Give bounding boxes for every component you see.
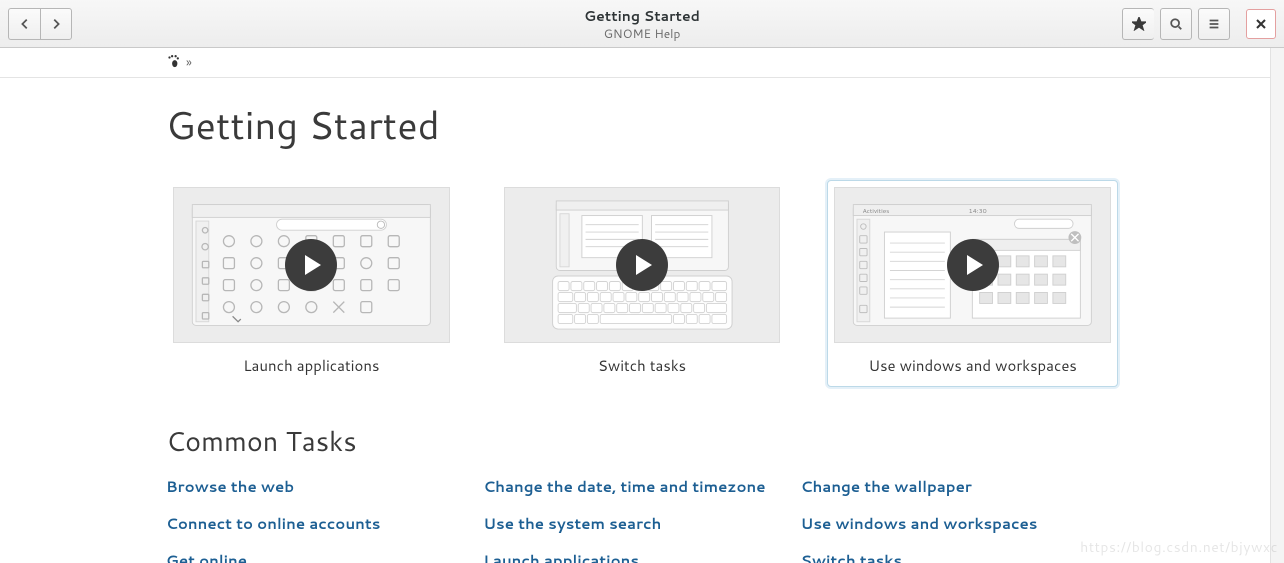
card-caption: Launch applications — [173, 355, 450, 376]
nav-buttons — [8, 8, 72, 40]
breadcrumb-sep: » — [186, 54, 192, 72]
svg-text:14:30: 14:30 — [969, 207, 987, 216]
task-wallpaper[interactable]: Change the wallpaper — [801, 476, 972, 497]
forward-button[interactable] — [40, 8, 72, 40]
star-icon — [1132, 17, 1146, 31]
task-col-3: Change the wallpaper Use windows and wor… — [801, 476, 1118, 563]
close-icon — [1255, 18, 1267, 30]
breadcrumb: » — [0, 48, 1284, 78]
task-columns: Browse the web Connect to online account… — [166, 476, 1118, 563]
hamburger-icon — [1207, 17, 1221, 31]
scrollbar-gutter[interactable] — [1270, 48, 1284, 563]
task-col-1: Browse the web Connect to online account… — [166, 476, 483, 563]
content-area: Getting Started — [0, 78, 1284, 563]
close-button[interactable] — [1246, 9, 1276, 39]
task-col-2: Change the date, time and timezone Use t… — [483, 476, 800, 563]
chevron-right-icon — [49, 17, 63, 31]
gnome-foot-icon[interactable] — [166, 53, 180, 73]
card-caption: Use windows and workspaces — [834, 355, 1111, 376]
back-button[interactable] — [8, 8, 40, 40]
menu-button[interactable] — [1198, 8, 1230, 40]
card-use-windows-workspaces[interactable]: Activities 14:30 — [827, 180, 1118, 387]
header-right-buttons — [1122, 8, 1276, 40]
page-title: Getting Started — [166, 98, 1118, 152]
card-thumb: Activities 14:30 — [834, 187, 1111, 343]
card-launch-applications[interactable]: Launch applications — [166, 180, 457, 387]
title-block: Getting Started GNOME Help — [0, 6, 1284, 42]
task-switch-tasks[interactable]: Switch tasks — [801, 550, 902, 563]
bookmark-button[interactable] — [1122, 8, 1154, 40]
window-title: Getting Started — [0, 6, 1284, 26]
play-icon — [285, 239, 337, 291]
section-common-tasks: Common Tasks — [166, 421, 1118, 460]
task-system-search[interactable]: Use the system search — [483, 513, 661, 534]
search-icon — [1169, 17, 1183, 31]
play-icon — [616, 239, 668, 291]
svg-text:Activities: Activities — [863, 207, 890, 216]
window-subtitle: GNOME Help — [0, 25, 1284, 42]
card-caption: Switch tasks — [504, 355, 781, 376]
card-thumb — [504, 187, 781, 343]
task-get-online[interactable]: Get online — [166, 550, 247, 563]
task-launch-apps[interactable]: Launch applications — [483, 550, 639, 563]
headerbar: Getting Started GNOME Help — [0, 0, 1284, 48]
card-thumb — [173, 187, 450, 343]
video-cards-row: Launch applications — [166, 180, 1118, 387]
task-date-time[interactable]: Change the date, time and timezone — [483, 476, 765, 497]
chevron-left-icon — [18, 17, 32, 31]
card-switch-tasks[interactable]: Switch tasks — [497, 180, 788, 387]
search-button[interactable] — [1160, 8, 1192, 40]
task-browse-web[interactable]: Browse the web — [166, 476, 294, 497]
task-online-accounts[interactable]: Connect to online accounts — [166, 513, 380, 534]
play-icon — [947, 239, 999, 291]
task-windows-ws[interactable]: Use windows and workspaces — [801, 513, 1038, 534]
